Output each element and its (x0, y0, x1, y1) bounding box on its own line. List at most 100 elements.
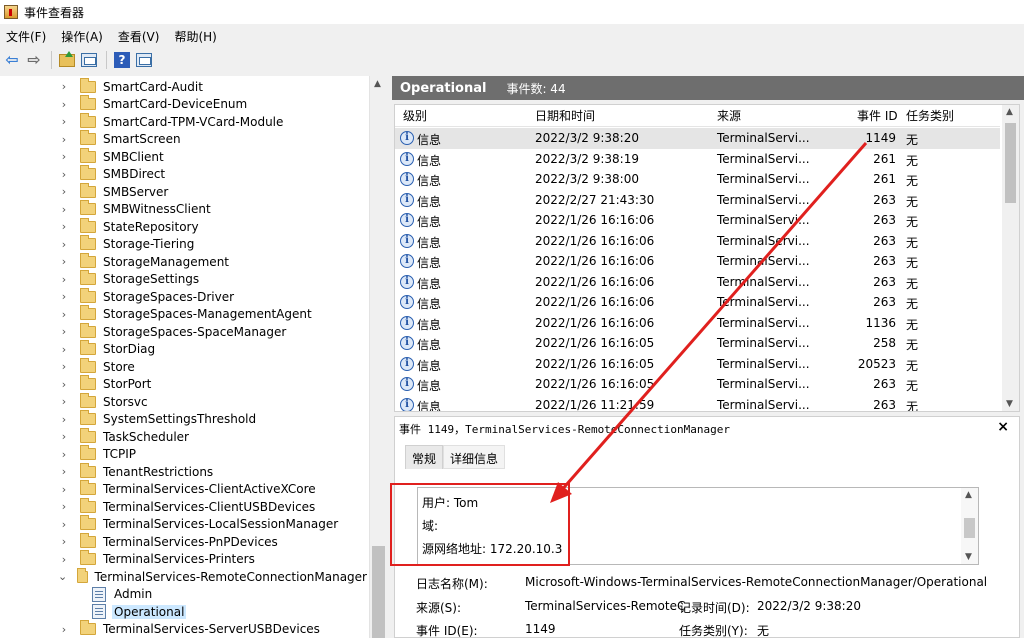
help-icon[interactable]: ? (112, 50, 132, 70)
tree-folder-item[interactable]: › Storsvc (0, 392, 369, 411)
list-scrollbar[interactable]: ▲ ▼ (1002, 105, 1019, 411)
tree-folder-item[interactable]: › TCPIP (0, 445, 369, 464)
column-level[interactable]: 级别 (403, 107, 427, 124)
tree-folder-item[interactable]: › StorDiag (0, 340, 369, 359)
folder-up-icon[interactable] (57, 50, 77, 70)
event-row[interactable]: i 信息 2022/1/26 16:16:06 TerminalServi... 263… (395, 231, 1000, 252)
chevron-right-icon[interactable]: › (58, 378, 70, 391)
chevron-right-icon[interactable]: › (58, 483, 70, 496)
tree-folder-item[interactable]: › TerminalServices-LocalSessionManager (0, 515, 369, 534)
tree-folder-item[interactable]: › StateRepository (0, 217, 369, 236)
tree-folder-item[interactable]: › TerminalServices-Printers (0, 550, 369, 569)
show-hide-pane-icon[interactable] (79, 50, 99, 70)
tree-folder-item[interactable]: › SmartCard-Audit (0, 77, 369, 96)
chevron-right-icon[interactable]: › (58, 360, 70, 373)
tree-folder-item[interactable]: › SmartScreen (0, 130, 369, 149)
tree-folder-item[interactable]: › StorageSpaces-Driver (0, 287, 369, 306)
chevron-right-icon[interactable]: › (58, 500, 70, 513)
forward-icon[interactable]: ⇨ (24, 50, 44, 70)
event-row[interactable]: i 信息 2022/1/26 16:16:05 TerminalServi... 263… (395, 374, 1000, 395)
tab-general[interactable]: 常规 (405, 445, 444, 469)
menu-view[interactable]: 查看(V) (112, 28, 166, 45)
chevron-right-icon[interactable]: › (58, 518, 70, 531)
column-source[interactable]: 来源 (717, 107, 741, 124)
tree-folder-item[interactable]: › StorPort (0, 375, 369, 394)
chevron-right-icon[interactable]: › (58, 150, 70, 163)
chevron-right-icon[interactable]: › (58, 308, 70, 321)
chevron-right-icon[interactable]: › (58, 238, 70, 251)
scroll-up-icon[interactable]: ▲ (1006, 107, 1013, 117)
tree-folder-item[interactable]: › Storage-Tiering (0, 235, 369, 254)
chevron-right-icon[interactable]: › (58, 290, 70, 303)
chevron-right-icon[interactable]: › (58, 133, 70, 146)
event-row[interactable]: i 信息 2022/3/2 9:38:20 TerminalServi... 1149 无 (395, 128, 1000, 149)
column-task-category[interactable]: 任务类别 (906, 107, 954, 124)
column-date[interactable]: 日期和时间 (535, 107, 595, 124)
chevron-right-icon[interactable]: › (58, 325, 70, 338)
menu-file[interactable]: 文件(F) (0, 28, 52, 45)
scroll-thumb[interactable] (1005, 123, 1016, 203)
tree-folder-item[interactable]: › SmartCard-DeviceEnum (0, 95, 369, 114)
chevron-right-icon[interactable]: › (58, 465, 70, 478)
tree-folder-item[interactable]: › TaskScheduler (0, 427, 369, 446)
event-row[interactable]: i 信息 2022/3/2 9:38:00 TerminalServi... 261 无 (395, 169, 1000, 190)
event-row[interactable]: i 信息 2022/1/26 16:16:06 TerminalServi... 263… (395, 272, 1000, 293)
chevron-right-icon[interactable]: › (58, 623, 70, 636)
description-scrollbar[interactable]: ▲ ▼ (961, 488, 978, 564)
scroll-down-icon[interactable]: ▼ (1006, 399, 1013, 409)
event-row[interactable]: i 信息 2022/1/26 16:16:05 TerminalServi... 205… (395, 354, 1000, 375)
chevron-right-icon[interactable]: › (58, 185, 70, 198)
chevron-right-icon[interactable]: › (58, 98, 70, 111)
scroll-up-icon[interactable]: ▲ (374, 79, 381, 89)
tree-folder-item[interactable]: › SMBClient (0, 147, 369, 166)
chevron-right-icon[interactable]: › (58, 255, 70, 268)
menu-help[interactable]: 帮助(H) (168, 28, 222, 45)
scroll-up-icon[interactable]: ▲ (965, 490, 972, 500)
event-row[interactable]: i 信息 2022/1/26 16:16:06 TerminalServi... 263… (395, 210, 1000, 231)
tree-folder-item[interactable]: ⌄ TerminalServices-RemoteConnectionManage… (0, 567, 369, 586)
close-icon[interactable]: × (997, 419, 1009, 435)
tab-details[interactable]: 详细信息 (443, 445, 506, 469)
properties-pane-icon[interactable] (134, 50, 154, 70)
column-event-id[interactable]: 事件 ID (857, 107, 898, 124)
tree-leaf-item[interactable]: Operational (0, 603, 369, 621)
chevron-right-icon[interactable]: › (58, 535, 70, 548)
event-row[interactable]: i 信息 2022/1/26 16:16:05 TerminalServi... 258… (395, 333, 1000, 354)
tree-folder-item[interactable]: › TerminalServices-ClientActiveXCore (0, 480, 369, 499)
tree-folder-item[interactable]: › SmartCard-TPM-VCard-Module (0, 112, 369, 131)
chevron-right-icon[interactable]: › (58, 430, 70, 443)
tree-folder-item[interactable]: › StorageSettings (0, 270, 369, 289)
tree-folder-item[interactable]: › TerminalServices-ServerUSBDevices (0, 620, 369, 638)
tree-folder-item[interactable]: › SMBServer (0, 182, 369, 201)
chevron-right-icon[interactable]: › (58, 553, 70, 566)
tree-folder-item[interactable]: › SMBWitnessClient (0, 200, 369, 219)
event-row[interactable]: i 信息 2022/1/26 11:21:59 TerminalServi... 263… (395, 395, 1000, 411)
event-row[interactable]: i 信息 2022/1/26 16:16:06 TerminalServi... 113… (395, 313, 1000, 334)
tree-scrollbar[interactable]: ▲ (369, 76, 386, 638)
tree-folder-item[interactable]: › StorageSpaces-ManagementAgent (0, 305, 369, 324)
tree-folder-item[interactable]: › StorageSpaces-SpaceManager (0, 322, 369, 341)
tree-folder-item[interactable]: › Store (0, 357, 369, 376)
scroll-thumb[interactable] (964, 518, 975, 538)
chevron-right-icon[interactable]: › (58, 80, 70, 93)
tree-folder-item[interactable]: › SystemSettingsThreshold (0, 410, 369, 429)
tree-leaf-item[interactable]: Admin (0, 586, 369, 604)
chevron-right-icon[interactable]: › (58, 395, 70, 408)
chevron-right-icon[interactable]: › (58, 448, 70, 461)
chevron-right-icon[interactable]: › (58, 203, 70, 216)
event-row[interactable]: i 信息 2022/2/27 21:43:30 TerminalServi... 263… (395, 190, 1000, 211)
tree-folder-item[interactable]: › StorageManagement (0, 252, 369, 271)
event-row[interactable]: i 信息 2022/1/26 16:16:06 TerminalServi... 263… (395, 251, 1000, 272)
chevron-right-icon[interactable]: › (58, 343, 70, 356)
tree-folder-item[interactable]: › TerminalServices-ClientUSBDevices (0, 497, 369, 516)
tree-folder-item[interactable]: › TerminalServices-PnPDevices (0, 532, 369, 551)
event-row[interactable]: i 信息 2022/1/26 16:16:06 TerminalServi... 263… (395, 292, 1000, 313)
event-row[interactable]: i 信息 2022/3/2 9:38:19 TerminalServi... 261 无 (395, 149, 1000, 170)
menu-action[interactable]: 操作(A) (55, 28, 109, 45)
scroll-thumb[interactable] (372, 546, 385, 638)
chevron-right-icon[interactable]: › (58, 220, 70, 233)
scroll-down-icon[interactable]: ▼ (965, 552, 972, 562)
chevron-right-icon[interactable]: › (58, 273, 70, 286)
tree-folder-item[interactable]: › TenantRestrictions (0, 462, 369, 481)
chevron-right-icon[interactable]: › (58, 413, 70, 426)
